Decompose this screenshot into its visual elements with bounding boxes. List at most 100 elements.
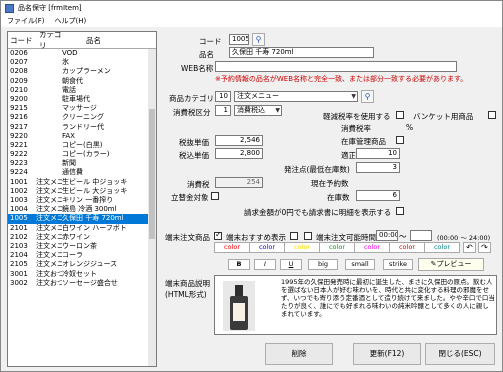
item-name: 朝食代 bbox=[62, 76, 83, 85]
stock-manage-checkbox[interactable] bbox=[396, 136, 404, 144]
item-list[interactable]: コード カテゴリ 品名 0206 VOD 0207 氷 0208 カップラーメン 0209 朝… bbox=[7, 31, 157, 367]
undo-icon[interactable]: ↶ bbox=[463, 242, 476, 253]
color-button[interactable]: color bbox=[319, 242, 355, 253]
bold-button[interactable]: B bbox=[228, 259, 250, 270]
tax-kind-select[interactable]: 消費税込 ▼ bbox=[234, 105, 282, 116]
name-label: 品名 bbox=[199, 50, 214, 59]
list-item[interactable]: 9216 クリーニング bbox=[8, 113, 156, 122]
item-code: 2101 bbox=[10, 223, 28, 232]
list-item[interactable]: 0206 VOD bbox=[8, 49, 156, 58]
item-name: FAX bbox=[62, 131, 75, 140]
item-code: 9215 bbox=[10, 104, 28, 113]
delete-button[interactable]: 削除 bbox=[265, 343, 333, 365]
list-item[interactable]: 9200 駐車場代 bbox=[8, 95, 156, 104]
list-item[interactable]: 0208 カップラーメン bbox=[8, 67, 156, 76]
list-item[interactable]: 2104 注文メニ…コーラ bbox=[8, 251, 156, 260]
order-point-input[interactable]: 3 bbox=[356, 162, 400, 173]
tax-label: 消費税 bbox=[187, 180, 210, 189]
item-name: キリン 一番搾り bbox=[62, 196, 114, 204]
big-button[interactable]: big bbox=[308, 259, 338, 270]
item-code: 1005 bbox=[10, 214, 28, 223]
list-item[interactable]: 9224 通信費 bbox=[8, 168, 156, 177]
list-item[interactable]: 9215 マッサージ bbox=[8, 104, 156, 113]
list-item[interactable]: 1005 注文メニ…久保田 千寿 720ml bbox=[8, 214, 156, 224]
menu-file[interactable]: ファイル(F) bbox=[7, 16, 45, 26]
col-code[interactable]: コード bbox=[8, 35, 36, 46]
item-category: 注文メニ… bbox=[36, 205, 62, 214]
item-category: 注文メニ… bbox=[36, 223, 62, 232]
menu-help[interactable]: ヘルプ(H) bbox=[55, 16, 87, 26]
list-item[interactable]: 3001 注文おつ…冷奴セット bbox=[8, 270, 156, 279]
preview-button[interactable]: ✎プレビュー bbox=[418, 258, 484, 271]
item-name: オレンジジュース bbox=[62, 260, 118, 269]
banquet-checkbox[interactable] bbox=[488, 111, 496, 119]
main-window: 品名保守 [frmItem] ファイル(F) ヘルプ(H) コード カテゴリ 品… bbox=[0, 0, 503, 372]
item-name: 氷 bbox=[62, 58, 69, 67]
list-item[interactable]: 9221 コピー(白黒) bbox=[8, 141, 156, 150]
redo-icon[interactable]: ↷ bbox=[478, 242, 491, 253]
list-item[interactable]: 9217 ランドリー代 bbox=[8, 123, 156, 132]
list-item[interactable]: 1001 注文メニ…生ビール 中ジョッキ bbox=[8, 178, 156, 187]
list-item[interactable]: 9223 新聞 bbox=[8, 159, 156, 168]
web-name-input[interactable] bbox=[215, 61, 457, 72]
underline-button[interactable]: U bbox=[280, 259, 302, 270]
tax-kind-code-input[interactable]: 1 bbox=[215, 105, 231, 116]
list-item[interactable]: 1002 注文メニ…生ビール 大ジョッキ bbox=[8, 187, 156, 196]
category-select[interactable]: 注文メニュー ▼ bbox=[234, 91, 358, 102]
search-icon[interactable]: ⚲ bbox=[252, 33, 265, 46]
reduced-tax-checkbox[interactable] bbox=[396, 111, 404, 119]
col-category[interactable]: カテゴリ bbox=[36, 32, 62, 51]
desc-editor[interactable]: 1995年の久保田発売時に最初に誕生した、まさに久保田の原点。飲む人を選ばない日… bbox=[214, 275, 497, 335]
list-item[interactable]: 2103 注文メニ…ウーロン茶 bbox=[8, 242, 156, 251]
italic-button[interactable]: I bbox=[254, 259, 276, 270]
title-bar: 品名保守 [frmItem] bbox=[1, 1, 502, 15]
category-code-input[interactable]: 10 bbox=[215, 91, 231, 102]
exempt-checkbox[interactable] bbox=[211, 192, 219, 200]
code-input[interactable]: 1005 bbox=[229, 34, 249, 45]
web-name-warning: ※予約情報の品名がWEB名称と完全一致、または部分一致する必要があります。 bbox=[215, 75, 468, 83]
list-item[interactable]: 0209 朝食代 bbox=[8, 77, 156, 86]
color-button[interactable]: color bbox=[284, 242, 320, 253]
item-category: 注文メニ… bbox=[36, 260, 62, 269]
update-button[interactable]: 更新(F12) bbox=[353, 343, 421, 365]
price-in-input[interactable]: 2,800 bbox=[215, 148, 263, 159]
list-item[interactable]: 1004 注文メニ…鏡島 冷酒 300ml bbox=[8, 205, 156, 214]
color-button[interactable]: color bbox=[214, 242, 250, 253]
list-item[interactable]: 1003 注文メニ…キリン 一番搾り bbox=[8, 196, 156, 205]
color-button[interactable]: color bbox=[424, 242, 460, 253]
item-name: 生ビール 大ジョッキ bbox=[62, 186, 128, 195]
small-button[interactable]: small bbox=[345, 259, 375, 270]
strike-button[interactable]: strike bbox=[383, 259, 413, 270]
order-item-checkbox[interactable] bbox=[214, 230, 222, 240]
list-item[interactable]: 0207 氷 bbox=[8, 58, 156, 67]
name-input[interactable]: 久保田 千寿 720ml bbox=[229, 47, 374, 58]
price-ex-input[interactable]: 2,546 bbox=[215, 135, 263, 146]
list-item[interactable]: 2101 注文メニ…白ワイン ハーフボト bbox=[8, 224, 156, 233]
color-button[interactable]: color bbox=[354, 242, 390, 253]
list-item[interactable]: 2105 注文メニ…オレンジジュース bbox=[8, 260, 156, 269]
list-item[interactable]: 2102 注文メニ…赤ワイン bbox=[8, 233, 156, 242]
time-to-input[interactable] bbox=[410, 230, 432, 241]
order-point-label: 発注点(最低在庫数) bbox=[284, 165, 350, 174]
time-from-input[interactable]: 00:00 bbox=[376, 230, 398, 241]
desc-text[interactable]: 1995年の久保田発売時に最初に誕生した、まさに久保田の原点。飲む人を選ばない日… bbox=[281, 278, 495, 334]
item-code: 2105 bbox=[10, 260, 28, 269]
col-name[interactable]: 品名 bbox=[62, 35, 142, 46]
item-code: 9216 bbox=[10, 113, 28, 122]
item-category bbox=[36, 168, 62, 177]
color-button[interactable]: color bbox=[249, 242, 285, 253]
search-icon[interactable]: ⚲ bbox=[361, 90, 374, 103]
list-item[interactable]: 3002 注文おつ…ソーセージ盛合せ bbox=[8, 279, 156, 288]
stock-proper-input[interactable]: 10 bbox=[356, 148, 400, 159]
time-checkbox[interactable] bbox=[304, 232, 312, 240]
close-button[interactable]: 閉じる(ESC) bbox=[425, 343, 495, 365]
recommend-checkbox[interactable] bbox=[290, 232, 298, 240]
color-button[interactable]: color bbox=[389, 242, 425, 253]
scroll-thumb[interactable] bbox=[149, 109, 155, 239]
list-item[interactable]: 0210 電話 bbox=[8, 86, 156, 95]
list-item[interactable]: 9220 FAX bbox=[8, 132, 156, 141]
list-scrollbar[interactable] bbox=[148, 49, 156, 366]
list-item[interactable]: 9222 コピー(カラー) bbox=[8, 150, 156, 159]
zero-yen-checkbox[interactable] bbox=[396, 207, 404, 215]
stock-input[interactable]: 6 bbox=[356, 190, 400, 201]
